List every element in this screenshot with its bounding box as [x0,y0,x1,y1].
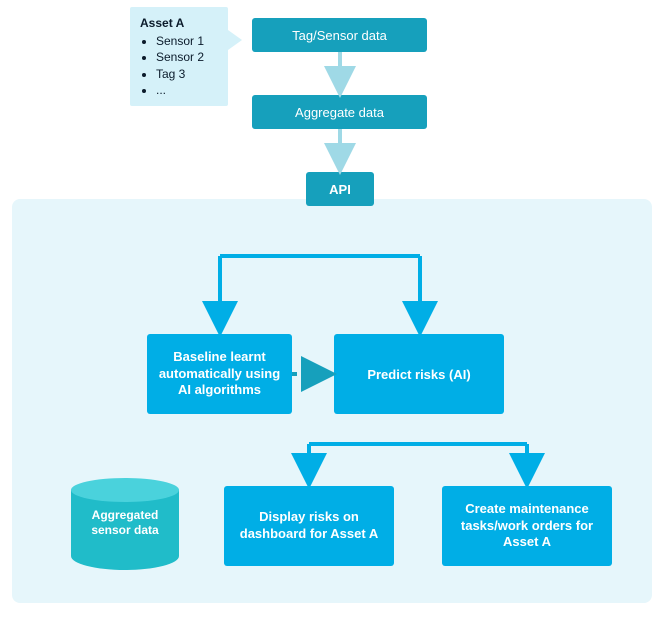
node-label: Predict risks (AI) [367,367,470,382]
cylinder-top [71,478,179,502]
node-display: Display risks on dashboard for Asset A [224,486,394,566]
cylinder-label: Aggregated sensor data [71,508,179,538]
node-api: API [306,172,374,206]
node-label: Display risks on dashboard for Asset A [230,509,388,543]
asset-legend-pointer [228,30,242,50]
asset-legend: Asset A Sensor 1 Sensor 2 Tag 3 ... [130,7,228,106]
node-aggregate: Aggregate data [252,95,427,129]
node-create: Create maintenance tasks/work orders for… [442,486,612,566]
node-label: Aggregate data [295,105,384,120]
asset-legend-item: Tag 3 [156,66,218,82]
asset-legend-item: Sensor 1 [156,33,218,49]
node-label: Tag/Sensor data [292,28,387,43]
node-label: API [329,182,351,197]
asset-legend-item: ... [156,82,218,98]
asset-legend-list: Sensor 1 Sensor 2 Tag 3 ... [150,33,218,98]
diagram-canvas: Asset A Sensor 1 Sensor 2 Tag 3 ... Tag/… [0,0,664,617]
asset-legend-title: Asset A [140,15,218,31]
cylinder-datastore: Aggregated sensor data [71,478,179,570]
node-tag-sensor: Tag/Sensor data [252,18,427,52]
asset-legend-item: Sensor 2 [156,49,218,65]
node-baseline: Baseline learnt automatically using AI a… [147,334,292,414]
node-label: Create maintenance tasks/work orders for… [448,501,606,552]
node-label: Baseline learnt automatically using AI a… [153,349,286,400]
node-predict: Predict risks (AI) [334,334,504,414]
